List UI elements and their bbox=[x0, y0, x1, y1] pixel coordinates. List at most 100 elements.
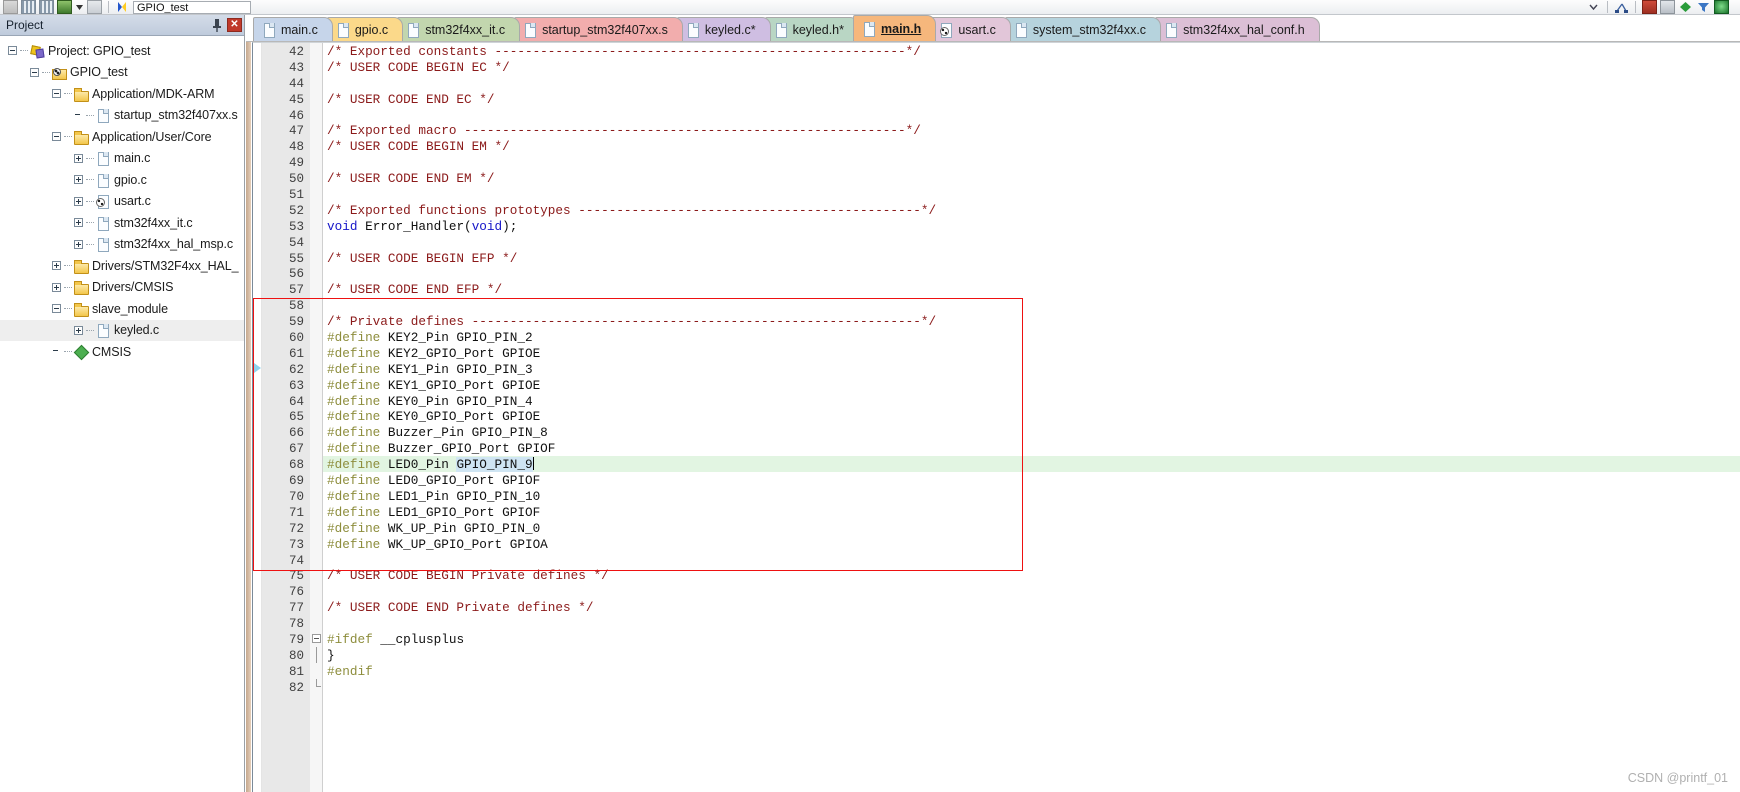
code-line[interactable] bbox=[323, 615, 1740, 631]
code-folding-gutter[interactable] bbox=[310, 43, 323, 792]
close-icon[interactable]: ✕ bbox=[227, 18, 242, 32]
tree-item-stm32f4xx-it-c[interactable]: stm32f4xx_it.c bbox=[0, 212, 244, 234]
code-line[interactable]: /* USER CODE BEGIN Private defines */ bbox=[323, 567, 1740, 583]
tree-item-drivers-cmsis[interactable]: Drivers/CMSIS bbox=[0, 277, 244, 299]
project-tree[interactable]: Project: GPIO_test GPIO_test Application/M… bbox=[0, 36, 244, 363]
code-line[interactable]: /* USER CODE END EC */ bbox=[323, 91, 1740, 107]
breakpoint-slot[interactable] bbox=[253, 202, 261, 218]
breakpoint-slot[interactable] bbox=[253, 297, 261, 313]
chevron-down-icon[interactable] bbox=[1586, 0, 1601, 14]
tab-main-h[interactable]: main.h bbox=[853, 15, 937, 41]
code-line[interactable]: #define KEY1_Pin GPIO_PIN_3 bbox=[323, 361, 1740, 377]
breakpoint-slot[interactable] bbox=[253, 281, 261, 297]
breakpoint-slot[interactable] bbox=[253, 107, 261, 123]
fold-slot[interactable] bbox=[310, 218, 322, 234]
code-line[interactable]: /* USER CODE END Private defines */ bbox=[323, 599, 1740, 615]
breakpoint-slot[interactable] bbox=[253, 75, 261, 91]
globe-icon[interactable] bbox=[1714, 0, 1729, 14]
tab-main-c[interactable]: main.c bbox=[253, 17, 333, 41]
breakpoint-slot[interactable] bbox=[253, 122, 261, 138]
breakpoint-slot[interactable] bbox=[253, 345, 261, 361]
breakpoint-slot[interactable] bbox=[253, 552, 261, 568]
code-line[interactable]: #define LED0_GPIO_Port GPIOF bbox=[323, 472, 1740, 488]
fold-slot[interactable] bbox=[310, 138, 322, 154]
breakpoint-slot[interactable] bbox=[253, 43, 261, 59]
code-line[interactable]: #endif bbox=[323, 663, 1740, 679]
fold-slot[interactable] bbox=[310, 488, 322, 504]
code-line[interactable] bbox=[323, 234, 1740, 250]
breakpoint-slot[interactable] bbox=[253, 377, 261, 393]
breakpoint-slot[interactable] bbox=[253, 599, 261, 615]
breakpoint-slot[interactable] bbox=[253, 440, 261, 456]
tree-icon[interactable] bbox=[1614, 0, 1629, 14]
breakpoint-slot[interactable] bbox=[253, 154, 261, 170]
fold-slot[interactable] bbox=[310, 424, 322, 440]
breakpoint-margin[interactable] bbox=[253, 43, 262, 792]
breakpoint-slot[interactable] bbox=[253, 663, 261, 679]
code-line[interactable]: /* USER CODE BEGIN EC */ bbox=[323, 59, 1740, 75]
code-line[interactable] bbox=[323, 265, 1740, 281]
fold-slot[interactable] bbox=[310, 250, 322, 266]
target-options-icon[interactable] bbox=[115, 0, 130, 14]
code-line[interactable] bbox=[323, 186, 1740, 202]
fold-slot[interactable] bbox=[310, 456, 322, 472]
fold-slot[interactable] bbox=[310, 186, 322, 202]
breakpoint-slot[interactable] bbox=[253, 488, 261, 504]
tree-item-main-c[interactable]: main.c bbox=[0, 148, 244, 170]
fold-slot[interactable] bbox=[310, 520, 322, 536]
breakpoint-slot[interactable] bbox=[253, 329, 261, 345]
fold-slot[interactable] bbox=[310, 536, 322, 552]
code-line[interactable]: /* Private defines ---------------------… bbox=[323, 313, 1740, 329]
code-line[interactable]: #define KEY2_GPIO_Port GPIOE bbox=[323, 345, 1740, 361]
fold-slot[interactable] bbox=[310, 329, 322, 345]
expand-icon[interactable] bbox=[74, 218, 83, 228]
tree-item-gpio-test[interactable]: GPIO_test bbox=[0, 62, 244, 84]
tree-item-slave-module[interactable]: slave_module bbox=[0, 298, 244, 320]
code-line[interactable]: } bbox=[323, 647, 1740, 663]
fold-slot[interactable] bbox=[310, 393, 322, 409]
tab-usart-c[interactable]: usart.c bbox=[930, 17, 1011, 41]
breakpoint-slot[interactable] bbox=[253, 536, 261, 552]
breakpoint-slot[interactable] bbox=[253, 218, 261, 234]
code-line[interactable] bbox=[323, 107, 1740, 123]
breakpoint-slot[interactable] bbox=[253, 567, 261, 583]
fold-slot[interactable] bbox=[310, 107, 322, 123]
tab-keyled-c[interactable]: keyled.c* bbox=[676, 17, 771, 41]
expand-icon[interactable] bbox=[74, 196, 83, 206]
fold-slot[interactable] bbox=[310, 615, 322, 631]
expand-icon[interactable] bbox=[74, 153, 83, 163]
tab-stm32f4xx-it-c[interactable]: stm32f4xx_it.c bbox=[397, 17, 521, 41]
fold-slot[interactable] bbox=[310, 59, 322, 75]
fold-slot[interactable] bbox=[310, 440, 322, 456]
breakpoint-slot[interactable] bbox=[253, 472, 261, 488]
code-line[interactable]: #define Buzzer_GPIO_Port GPIOF bbox=[323, 440, 1740, 456]
code-line[interactable]: #define Buzzer_Pin GPIO_PIN_8 bbox=[323, 424, 1740, 440]
fold-slot[interactable] bbox=[310, 408, 322, 424]
collapse-icon[interactable] bbox=[8, 46, 17, 56]
books-icon[interactable] bbox=[57, 0, 72, 14]
fold-slot[interactable] bbox=[310, 631, 322, 647]
code-line[interactable]: #define LED0_Pin GPIO_PIN_9 bbox=[323, 456, 1740, 473]
code-line[interactable] bbox=[323, 679, 1740, 695]
breakpoint-slot[interactable] bbox=[253, 234, 261, 250]
code-line[interactable] bbox=[323, 583, 1740, 599]
tree-item-application-mdk-arm[interactable]: Application/MDK-ARM bbox=[0, 83, 244, 105]
fold-slot[interactable] bbox=[310, 281, 322, 297]
code-line[interactable]: #define KEY2_Pin GPIO_PIN_2 bbox=[323, 329, 1740, 345]
tab-stm32f4xx-hal-conf-h[interactable]: stm32f4xx_hal_conf.h bbox=[1155, 17, 1320, 41]
breakpoint-slot[interactable] bbox=[253, 424, 261, 440]
tree-item-keyled-c[interactable]: keyled.c bbox=[0, 319, 244, 341]
breakpoint-slot[interactable] bbox=[253, 615, 261, 631]
breakpoint-slot[interactable] bbox=[253, 250, 261, 266]
collapse-icon[interactable] bbox=[52, 89, 61, 99]
tree-item-usart-c[interactable]: usart.c bbox=[0, 191, 244, 213]
layers-icon[interactable] bbox=[3, 0, 18, 14]
fold-slot[interactable] bbox=[310, 567, 322, 583]
fold-slot[interactable] bbox=[310, 646, 322, 663]
tab-system-stm32f4xx-c[interactable]: system_stm32f4xx.c bbox=[1004, 17, 1162, 41]
tree-item-project-gpio-test[interactable]: Project: GPIO_test bbox=[0, 40, 244, 62]
fold-slot[interactable] bbox=[310, 170, 322, 186]
fold-slot[interactable] bbox=[310, 297, 322, 313]
tree-item-stm32f4xx-hal-msp-c[interactable]: stm32f4xx_hal_msp.c bbox=[0, 234, 244, 256]
breakpoint-slot[interactable] bbox=[253, 647, 261, 663]
